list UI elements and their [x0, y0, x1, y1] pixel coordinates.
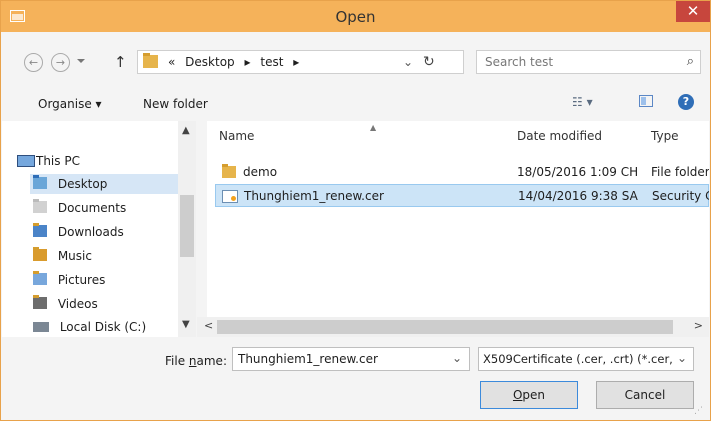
access-key: O — [512, 388, 523, 402]
folder-icon — [143, 53, 158, 68]
file-name-label: File name: — [165, 354, 227, 368]
navigation-pane: This PC Desktop Documents Downloads Musi… — [2, 121, 196, 337]
access-key: n — [188, 354, 197, 368]
search-placeholder: Search test — [485, 55, 554, 69]
preview-pane-icon[interactable] — [639, 95, 653, 107]
videos-icon — [33, 295, 47, 309]
dialog-footer: File name: Thunghiem1_renew.cer ⌄ X509Ce… — [2, 337, 709, 420]
sort-ascending-icon: ▲ — [370, 123, 377, 132]
tree-item-pictures[interactable]: Pictures — [33, 270, 105, 290]
close-button[interactable]: ✕ — [676, 1, 710, 22]
scroll-thumb[interactable] — [180, 195, 194, 257]
file-date: 18/05/2016 1:09 CH — [517, 165, 639, 179]
dialog-title: Open — [335, 8, 376, 26]
column-header-name[interactable]: Name — [219, 129, 254, 147]
desktop-icon — [33, 175, 47, 189]
tree-item-documents[interactable]: Documents — [33, 198, 126, 218]
tree-item-label: Documents — [57, 201, 127, 215]
column-label: Name — [219, 129, 255, 143]
label-part: File — [165, 354, 189, 368]
folder-icon — [222, 164, 236, 178]
address-bar[interactable]: « Desktop ▸ test ▸ ⌄ ↻ — [137, 50, 464, 74]
scroll-down-icon[interactable]: ▼ — [182, 319, 190, 330]
tree-item-downloads[interactable]: Downloads — [33, 222, 124, 242]
up-icon[interactable]: ↑ — [114, 53, 127, 71]
title-bar[interactable]: Open ✕ — [1, 1, 710, 32]
scroll-right-icon[interactable]: > — [694, 319, 703, 332]
file-type: Security C — [652, 189, 709, 203]
breadcrumb-separator-icon[interactable]: ▸ — [245, 55, 251, 69]
breadcrumb: « Desktop ▸ test ▸ — [168, 55, 305, 69]
toolbar: Organise ▾ New folder ☷ ▾ ? — [2, 85, 709, 121]
breadcrumb-desktop[interactable]: Desktop — [185, 55, 235, 69]
file-type-dropdown-icon[interactable]: ⌄ — [677, 351, 687, 365]
file-type-select[interactable]: X509Certificate (.cer, .crt) (*.cer, ⌄ — [478, 347, 694, 371]
navigation-bar: ← → ↑ « Desktop ▸ test ▸ ⌄ ↻ Search test… — [2, 45, 709, 79]
forward-icon[interactable]: → — [51, 53, 70, 72]
pictures-icon — [33, 271, 47, 285]
breadcrumb-overflow[interactable]: « — [168, 55, 175, 69]
tree-item-videos[interactable]: Videos — [33, 294, 98, 314]
documents-icon — [33, 199, 47, 213]
breadcrumb-separator-icon[interactable]: ▸ — [293, 55, 299, 69]
file-name: Thunghiem1_renew.cer — [244, 189, 384, 203]
certificate-icon — [222, 190, 238, 203]
scroll-left-icon[interactable]: < — [204, 319, 213, 332]
tree-item-music[interactable]: Music — [33, 246, 92, 266]
column-header-type[interactable]: Type — [651, 129, 679, 147]
file-name-field[interactable]: Thunghiem1_renew.cer ⌄ — [232, 347, 470, 371]
address-dropdown-icon[interactable]: ⌄ — [403, 55, 413, 69]
tree-item-label: This PC — [36, 154, 80, 168]
refresh-icon[interactable]: ↻ — [423, 54, 435, 70]
view-options-icon[interactable]: ☷ ▾ — [572, 95, 593, 109]
resize-grip-icon[interactable]: ⋰ — [694, 406, 703, 416]
recent-locations-icon[interactable] — [77, 59, 85, 63]
search-icon[interactable]: ⌕ — [687, 54, 694, 69]
cancel-button[interactable]: Cancel — [596, 381, 694, 409]
tree-item-label: Desktop — [57, 177, 108, 191]
file-row-certificate[interactable]: Thunghiem1_renew.cer 14/04/2016 9:38 SA … — [215, 184, 709, 207]
downloads-icon — [33, 223, 47, 237]
tree-item-label: Videos — [57, 297, 98, 311]
tree-item-this-pc[interactable]: This PC — [17, 151, 80, 171]
scroll-up-icon[interactable]: ▲ — [182, 125, 190, 136]
open-dialog: Open ✕ ← → ↑ « Desktop ▸ test ▸ ⌄ ↻ Sear… — [0, 0, 711, 421]
file-type: File folder — [651, 165, 709, 179]
help-icon[interactable]: ? — [678, 94, 694, 110]
tree-scrollbar[interactable]: ▲ ▼ — [178, 121, 196, 337]
tree-item-local-disk[interactable]: Local Disk (C:) — [33, 317, 146, 337]
back-icon[interactable]: ← — [24, 53, 43, 72]
tree-item-label: Music — [57, 249, 92, 263]
tree-item-label: Pictures — [57, 273, 106, 287]
label-part: ame: — [196, 354, 227, 368]
computer-icon — [17, 155, 35, 167]
button-label: pen — [522, 388, 546, 402]
search-input[interactable]: Search test ⌕ — [476, 50, 701, 74]
tree-item-desktop[interactable]: Desktop — [30, 174, 181, 194]
file-row-demo[interactable]: demo 18/05/2016 1:09 CH File folder — [215, 161, 709, 184]
file-name-value: Thunghiem1_renew.cer — [238, 352, 378, 366]
file-name-dropdown-icon[interactable]: ⌄ — [452, 351, 462, 365]
file-date: 14/04/2016 9:38 SA — [518, 189, 638, 203]
new-folder-button[interactable]: New folder — [143, 97, 208, 111]
open-button[interactable]: Open — [480, 381, 578, 409]
file-name: demo — [243, 165, 278, 179]
file-list: Name ▲ Date modified Type demo 18/05/201… — [207, 121, 709, 337]
tree-item-label: Local Disk (C:) — [59, 320, 147, 334]
file-type-value: X509Certificate (.cer, .crt) (*.cer, — [483, 352, 673, 366]
organise-button[interactable]: Organise ▾ — [38, 97, 102, 111]
music-icon — [33, 247, 47, 261]
horizontal-scroll-thumb[interactable] — [217, 320, 673, 334]
breadcrumb-test[interactable]: test — [260, 55, 283, 69]
tree-item-label: Downloads — [57, 225, 124, 239]
horizontal-scrollbar[interactable]: < > — [197, 317, 709, 337]
column-header-date-modified[interactable]: Date modified — [517, 129, 602, 147]
disk-icon — [33, 322, 49, 332]
